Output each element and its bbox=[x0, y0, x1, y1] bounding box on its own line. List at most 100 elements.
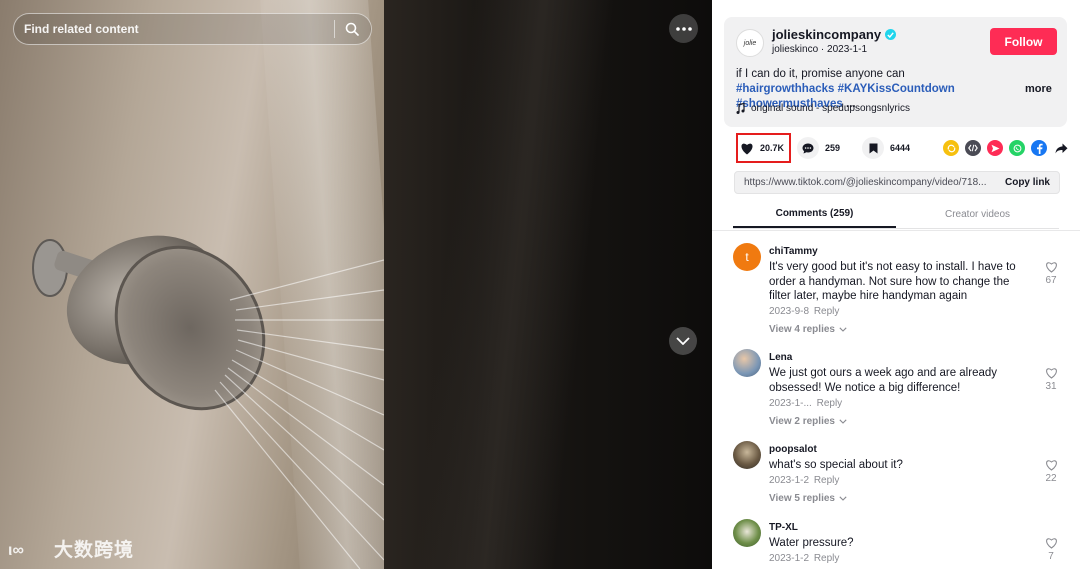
chevron-down-icon bbox=[839, 327, 847, 332]
comment-count: 259 bbox=[825, 143, 841, 153]
comment-like-count: 31 bbox=[1045, 381, 1057, 392]
comment-date-row: 2023-1-2 Reply bbox=[769, 475, 839, 486]
like-count: 20.7K bbox=[760, 143, 785, 153]
heart-outline-icon bbox=[1045, 262, 1057, 273]
comment-item: TP-XL Water pressure? 2023-1-2 Reply 7 bbox=[733, 519, 1068, 569]
arrow-share-icon[interactable] bbox=[1053, 140, 1069, 156]
tiktok-video-page: ι∞ 大数跨境 jolie jolieskincompany jolieskin… bbox=[0, 0, 1080, 569]
whatsapp-icon[interactable] bbox=[1009, 140, 1025, 156]
heart-outline-icon bbox=[1045, 460, 1057, 471]
reply-button[interactable]: Reply bbox=[814, 553, 840, 564]
video-background bbox=[384, 0, 712, 569]
search-bar[interactable] bbox=[13, 13, 372, 45]
sound-link[interactable]: original sound - spedupsongsnlyrics bbox=[736, 103, 910, 114]
comment-like-button[interactable]: 67 bbox=[1041, 261, 1061, 286]
author-handle: jolieskinco bbox=[772, 44, 819, 55]
send-icon[interactable] bbox=[987, 140, 1003, 156]
reply-button[interactable]: Reply bbox=[814, 306, 840, 317]
watermark-text: 大数跨境 bbox=[54, 540, 135, 561]
post-date: 2023-1-1 bbox=[827, 44, 868, 55]
comment-item: poopsalot what's so special about it? 20… bbox=[733, 441, 1068, 513]
heart-icon bbox=[741, 143, 753, 154]
hashtag-link[interactable]: #hairgrowthhacks bbox=[736, 83, 834, 95]
embed-icon[interactable] bbox=[965, 140, 981, 156]
comment-like-button[interactable]: 22 bbox=[1041, 459, 1061, 484]
avatar[interactable] bbox=[733, 441, 761, 469]
facebook-icon[interactable] bbox=[1031, 140, 1047, 156]
comment-text: what's so special about it? bbox=[769, 459, 903, 471]
comment-text: Water pressure? bbox=[769, 537, 854, 549]
author-card: jolie jolieskincompany jolieskinco · 202… bbox=[724, 17, 1067, 127]
next-video-button[interactable] bbox=[669, 327, 697, 355]
comment-date-row: 2023-1-... Reply bbox=[769, 398, 842, 409]
copy-link-button[interactable]: Copy link bbox=[1005, 177, 1050, 188]
bookmark-icon bbox=[862, 137, 884, 159]
avatar[interactable] bbox=[733, 349, 761, 377]
video-player[interactable]: ι∞ 大数跨境 bbox=[0, 0, 712, 569]
search-icon[interactable] bbox=[343, 20, 361, 38]
comment-date: 2023-9-8 bbox=[769, 306, 810, 317]
comment-like-count: 67 bbox=[1045, 275, 1057, 286]
repost-icon[interactable] bbox=[943, 140, 959, 156]
sound-label[interactable]: original sound - spedupsongsnlyrics bbox=[751, 103, 910, 114]
search-input[interactable] bbox=[24, 22, 326, 36]
view-replies-button[interactable]: View 2 replies bbox=[769, 416, 847, 427]
reply-button[interactable]: Reply bbox=[814, 475, 840, 486]
heart-outline-icon bbox=[1045, 538, 1057, 549]
author-avatar[interactable]: jolie bbox=[736, 29, 764, 57]
comment-author[interactable]: TP-XL bbox=[769, 522, 798, 533]
comment-like-button[interactable]: 31 bbox=[1041, 367, 1061, 392]
author-username[interactable]: jolieskincompany bbox=[772, 27, 897, 42]
comment-item: t chiTammy It's very good but it's not e… bbox=[733, 243, 1068, 343]
view-replies-button[interactable]: View 4 replies bbox=[769, 324, 847, 335]
watermark-logo-icon: ι∞ bbox=[8, 542, 24, 559]
more-options-button[interactable] bbox=[669, 14, 698, 43]
comment-like-button[interactable]: 7 bbox=[1041, 537, 1061, 562]
avatar[interactable]: t bbox=[733, 243, 761, 271]
comment-author[interactable]: Lena bbox=[769, 352, 792, 363]
hashtag-link[interactable]: #KAYKissCountdown bbox=[838, 83, 955, 95]
reply-button[interactable]: Reply bbox=[817, 398, 843, 409]
detail-panel: jolie jolieskincompany jolieskinco · 202… bbox=[712, 0, 1080, 569]
more-dots-icon bbox=[675, 26, 692, 31]
panel-tabs: Comments (259) Creator videos bbox=[733, 201, 1059, 229]
comment-button[interactable]: 259 bbox=[797, 133, 840, 163]
svg-text:ι∞: ι∞ bbox=[8, 542, 24, 559]
comment-date-row: 2023-9-8 Reply bbox=[769, 306, 839, 317]
copy-link-bar[interactable]: https://www.tiktok.com/@jolieskincompany… bbox=[734, 171, 1060, 194]
music-note-icon bbox=[736, 103, 745, 114]
action-bar: 20.7K 259 6444 bbox=[734, 133, 1067, 163]
description-more-button[interactable]: more bbox=[1025, 83, 1052, 95]
video-frame[interactable] bbox=[0, 0, 384, 569]
shower-head-image bbox=[32, 235, 384, 569]
comment-date: 2023-1-2 bbox=[769, 553, 810, 564]
save-count: 6444 bbox=[890, 143, 911, 153]
comment-item: Lena We just got ours a week ago and are… bbox=[733, 349, 1068, 435]
comment-text: It's very good but it's not easy to inst… bbox=[769, 261, 1016, 302]
comment-like-count: 22 bbox=[1045, 473, 1057, 484]
author-meta: jolieskinco · 2023-1-1 bbox=[772, 44, 868, 55]
save-button[interactable]: 6444 bbox=[862, 133, 910, 163]
follow-button[interactable]: Follow bbox=[990, 28, 1057, 55]
share-icons bbox=[943, 140, 1069, 156]
avatar[interactable] bbox=[733, 519, 761, 547]
comment-icon bbox=[797, 137, 819, 159]
like-button[interactable]: 20.7K bbox=[736, 133, 791, 163]
view-replies-button[interactable]: View 5 replies bbox=[769, 493, 847, 504]
comment-date: 2023-1-... bbox=[769, 398, 812, 409]
comment-date-row: 2023-1-2 Reply bbox=[769, 553, 839, 564]
comment-author[interactable]: poopsalot bbox=[769, 444, 817, 455]
comment-text: We just got ours a week ago and are alre… bbox=[769, 367, 998, 394]
comment-author[interactable]: chiTammy bbox=[769, 246, 818, 257]
comment-date: 2023-1-2 bbox=[769, 475, 810, 486]
chevron-down-icon bbox=[676, 337, 690, 345]
search-divider bbox=[334, 20, 335, 38]
chevron-down-icon bbox=[839, 419, 847, 424]
comment-like-count: 7 bbox=[1048, 551, 1054, 562]
tab-comments[interactable]: Comments (259) bbox=[733, 201, 896, 228]
description-text: if I can do it, promise anyone can bbox=[736, 68, 905, 80]
tab-creator-videos[interactable]: Creator videos bbox=[896, 201, 1059, 228]
chevron-down-icon bbox=[839, 496, 847, 501]
divider bbox=[712, 230, 1080, 231]
heart-outline-icon bbox=[1045, 368, 1057, 379]
